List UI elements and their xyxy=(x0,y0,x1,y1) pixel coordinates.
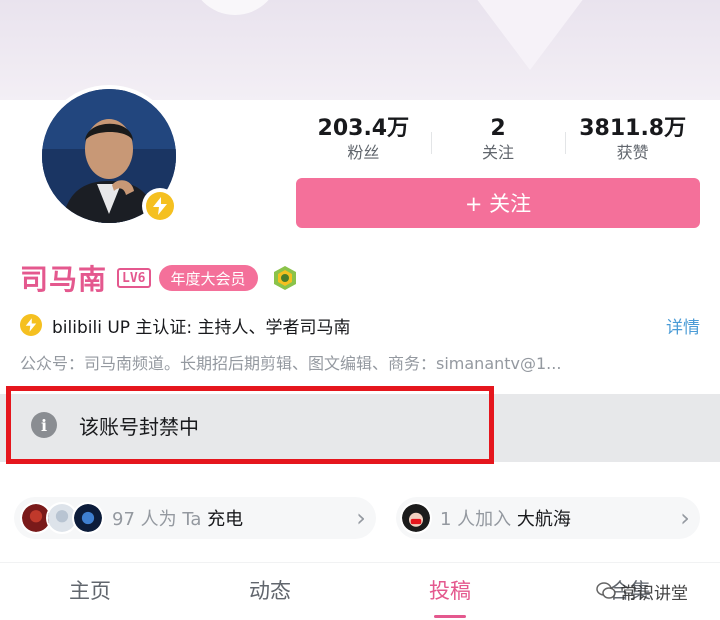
stat-value: 3811.8万 xyxy=(579,116,687,141)
stat-label: 关注 xyxy=(482,143,515,162)
vip-badge[interactable]: 年度大会员 xyxy=(158,265,258,291)
username: 司马南 xyxy=(20,263,108,296)
supporter-avatar xyxy=(72,502,104,534)
level-badge: LV6 xyxy=(117,268,151,288)
ban-notice-text: 该账号封禁中 xyxy=(79,414,199,439)
info-icon: i xyxy=(31,412,57,438)
wechat-icon xyxy=(596,582,616,599)
charge-count: 97 人为 Ta xyxy=(112,509,208,530)
stat-value: 203.4万 xyxy=(317,116,410,141)
detail-link[interactable]: 详情 xyxy=(666,313,700,338)
medal-icon[interactable] xyxy=(272,265,298,291)
stat-label: 粉丝 xyxy=(347,143,380,162)
certification-text: bilibili UP 主认证: 主持人、学者司马南 xyxy=(52,317,351,338)
name-row: 司马南 LV6 年度大会员 xyxy=(20,258,298,298)
stat-followers[interactable]: 203.4万 粉丝 xyxy=(296,116,431,168)
stats-bar: 203.4万 粉丝 2 关注 3811.8万 获赞 xyxy=(296,116,700,168)
follow-button[interactable]: + 关注 xyxy=(296,178,700,228)
tab-uploads[interactable]: 投稿 xyxy=(360,563,540,620)
fleet-card-text: 1 人加入 大航海 xyxy=(440,505,670,531)
charge-card[interactable]: 97 人为 Ta 充电 › xyxy=(14,497,376,539)
chevron-right-icon: › xyxy=(356,504,366,532)
ban-notice: i 该账号封禁中 xyxy=(6,386,494,464)
stat-following[interactable]: 2 关注 xyxy=(430,116,566,168)
stat-label: 获赞 xyxy=(616,143,649,162)
stat-value: 2 xyxy=(490,116,506,141)
certification-row: bilibili UP 主认证: 主持人、学者司马南 详情 xyxy=(20,310,700,340)
fleet-member-avatar xyxy=(400,502,432,534)
banner-decoration xyxy=(470,0,590,70)
tab-dynamic[interactable]: 动态 xyxy=(180,563,360,620)
banner-decoration xyxy=(190,0,280,15)
fleet-action: 大航海 xyxy=(516,509,571,530)
lightning-icon xyxy=(20,314,42,336)
fleet-count: 1 人加入 xyxy=(440,509,517,530)
watermark: 常识讲堂 xyxy=(596,576,688,606)
tab-home[interactable]: 主页 xyxy=(0,563,180,620)
charge-card-text: 97 人为 Ta 充电 xyxy=(112,505,346,531)
lightning-icon xyxy=(153,197,167,215)
verified-badge xyxy=(142,188,178,224)
chevron-right-icon: › xyxy=(680,504,690,532)
fleet-card[interactable]: 1 人加入 大航海 › xyxy=(396,497,700,539)
signature-text[interactable]: 公众号：司马南频道。长期招后期剪辑、图文编辑、商务：simanantv@1... xyxy=(20,352,710,376)
charge-action: 充电 xyxy=(207,509,244,530)
follow-button-label: + 关注 xyxy=(464,192,532,216)
watermark-text: 常识讲堂 xyxy=(620,583,688,604)
stat-likes[interactable]: 3811.8万 获赞 xyxy=(565,116,700,168)
